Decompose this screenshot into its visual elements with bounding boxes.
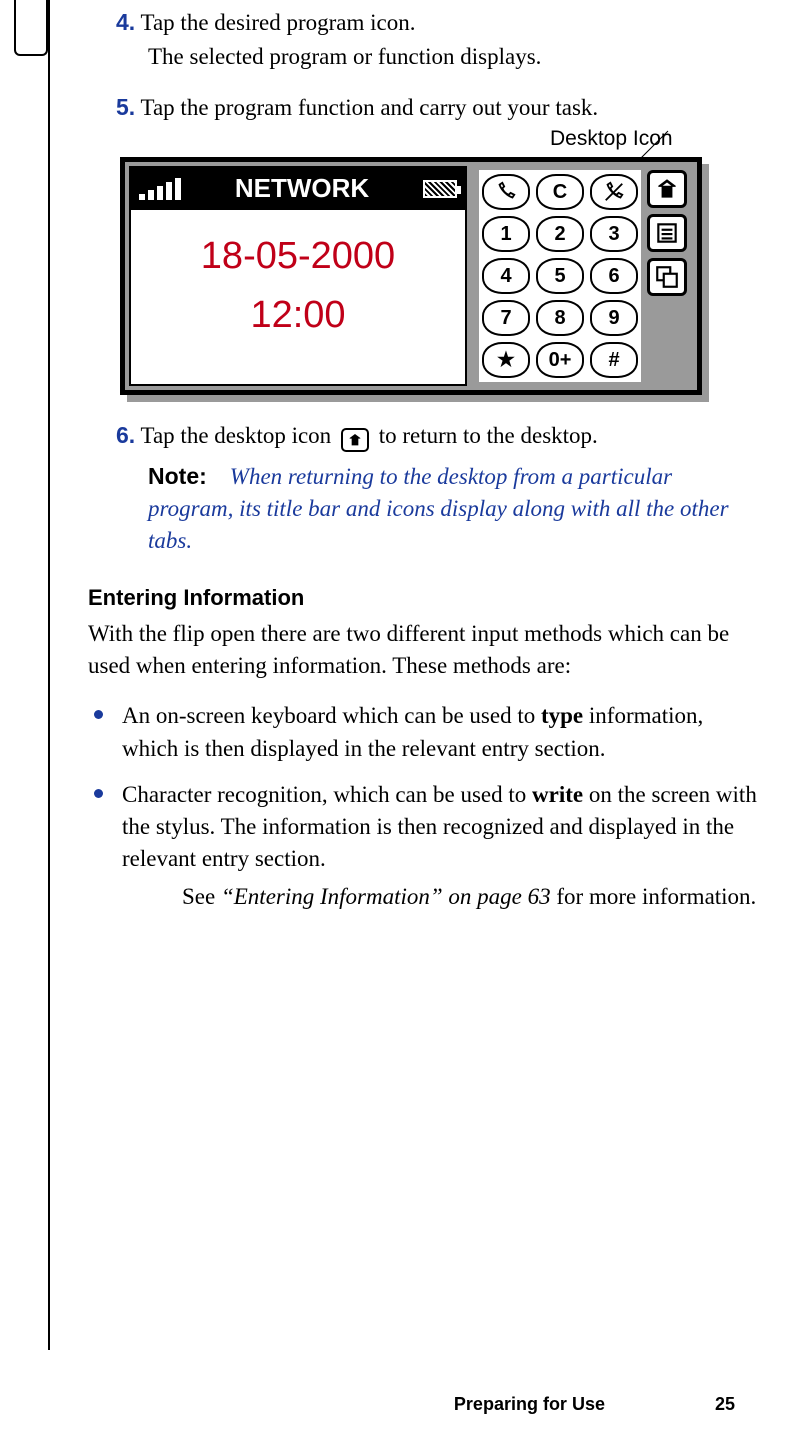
key-call-icon[interactable] — [482, 174, 530, 210]
key-7[interactable]: 7 — [482, 300, 530, 336]
desktop-icon[interactable] — [647, 170, 687, 208]
side-icons — [647, 170, 691, 296]
key-0[interactable]: 0+ — [536, 342, 584, 378]
bullet-bold: write — [532, 782, 583, 807]
page-footer: Preparing for Use 25 — [0, 1394, 785, 1415]
signal-icon — [139, 178, 181, 200]
footer-page-number: 25 — [715, 1394, 735, 1415]
key-9[interactable]: 9 — [590, 300, 638, 336]
step-text-before: Tap the desktop icon — [141, 423, 337, 448]
bullet-text: Character recognition, which can be used… — [122, 782, 532, 807]
windows-icon[interactable] — [647, 258, 687, 296]
step-text: Tap the program function and carry out y… — [141, 95, 599, 120]
key-hash[interactable]: # — [590, 342, 638, 378]
device-frame: NETWORK 18-05-2000 12:00 C 1 2 — [120, 157, 702, 395]
key-star[interactable]: ★ — [482, 342, 530, 378]
bullet-recognition: Character recognition, which can be used… — [88, 779, 760, 914]
key-c[interactable]: C — [536, 174, 584, 210]
step-number: 4. — [116, 9, 135, 35]
step-number: 6. — [116, 422, 135, 448]
key-end-icon[interactable] — [590, 174, 638, 210]
note-label: Note: — [148, 463, 207, 489]
step-4-result: The selected program or function display… — [148, 41, 760, 73]
step-4: 4. Tap the desired program icon. — [116, 6, 760, 39]
key-1[interactable]: 1 — [482, 216, 530, 252]
note: Note: When returning to the desktop from… — [148, 460, 760, 558]
lcd-time: 12:00 — [131, 289, 465, 342]
note-text: When returning to the desktop from a par… — [148, 464, 729, 553]
key-5[interactable]: 5 — [536, 258, 584, 294]
step-5: 5. Tap the program function and carry ou… — [116, 91, 760, 124]
page-content: 4. Tap the desired program icon. The sel… — [88, 0, 760, 937]
bullet-text: An on-screen keyboard which can be used … — [122, 703, 541, 728]
margin-rule — [48, 0, 50, 1350]
see-text: See — [182, 884, 221, 909]
list-icon[interactable] — [647, 214, 687, 252]
page-tab — [14, 0, 48, 56]
key-2[interactable]: 2 — [536, 216, 584, 252]
step-text-after: to return to the desktop. — [379, 423, 598, 448]
step-number: 5. — [116, 94, 135, 120]
cross-reference: “Entering Information” on page 63 — [221, 884, 551, 909]
section-heading: Entering Information — [88, 583, 760, 614]
lcd-title: NETWORK — [181, 170, 423, 206]
key-8[interactable]: 8 — [536, 300, 584, 336]
lcd-status-bar: NETWORK — [131, 168, 465, 210]
see-reference: See “Entering Information” on page 63 fo… — [182, 881, 760, 913]
battery-icon — [423, 180, 457, 198]
device-figure: NETWORK 18-05-2000 12:00 C 1 2 — [120, 147, 760, 405]
see-text: for more information. — [551, 884, 757, 909]
key-6[interactable]: 6 — [590, 258, 638, 294]
lcd-date: 18-05-2000 — [131, 230, 465, 283]
key-4[interactable]: 4 — [482, 258, 530, 294]
step-6: 6. Tap the desktop icon to return to the… — [116, 419, 760, 452]
bullet-bold: type — [541, 703, 583, 728]
section-intro: With the flip open there are two differe… — [88, 618, 760, 682]
bullet-list: An on-screen keyboard which can be used … — [88, 700, 760, 913]
inline-desktop-icon — [341, 428, 369, 452]
footer-section: Preparing for Use — [454, 1394, 605, 1415]
bullet-keyboard: An on-screen keyboard which can be used … — [88, 700, 760, 764]
keypad: C 1 2 3 4 5 6 7 8 9 ★ 0+ # — [479, 170, 641, 382]
lcd-screen: NETWORK 18-05-2000 12:00 — [129, 166, 467, 386]
step-text: Tap the desired program icon. — [141, 10, 416, 35]
key-3[interactable]: 3 — [590, 216, 638, 252]
